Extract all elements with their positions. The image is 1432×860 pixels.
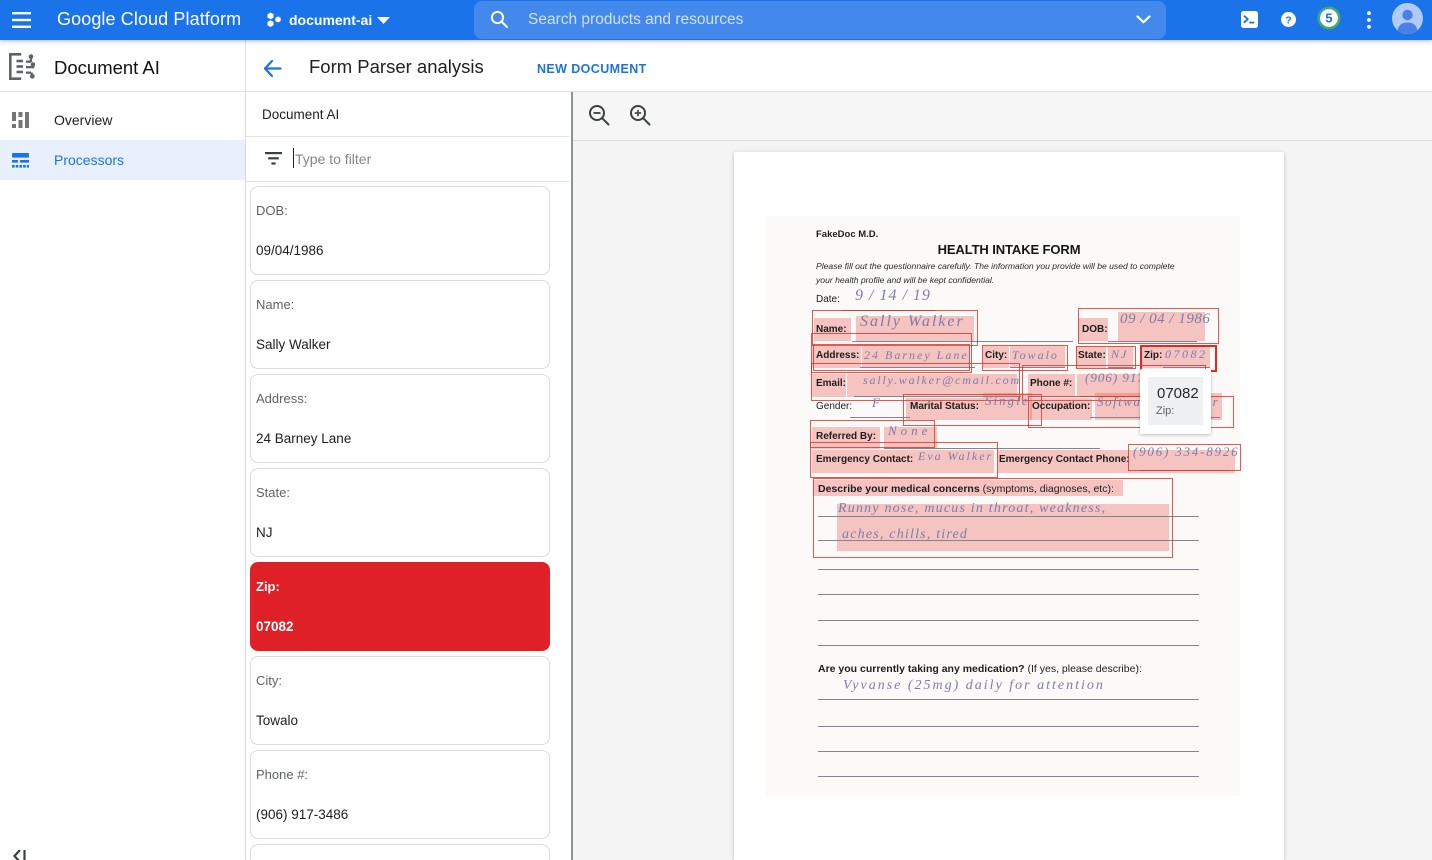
svg-text:?: ? <box>1285 14 1291 26</box>
svg-text:5: 5 <box>1325 11 1332 26</box>
